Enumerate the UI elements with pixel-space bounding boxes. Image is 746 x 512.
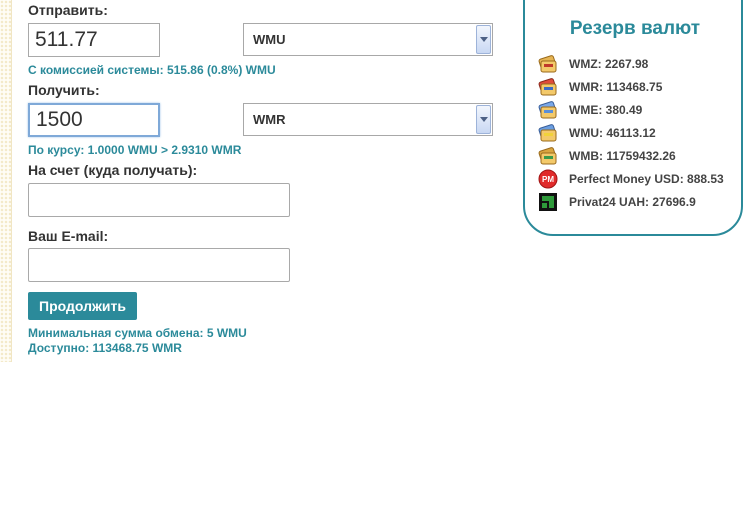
receive-currency-value: WMR (253, 112, 286, 127)
svg-text:PM: PM (542, 175, 554, 184)
wallet-wme-icon (538, 101, 557, 119)
receive-currency-select[interactable]: WMR (243, 103, 493, 136)
chevron-down-icon[interactable] (476, 25, 491, 54)
account-label: На счет (куда получать): (28, 162, 198, 178)
receive-amount-input[interactable] (28, 103, 160, 137)
reserve-item-privat24: Privat24 UAH: 27696.9 (538, 191, 738, 214)
reserve-item-wmb: WMB: 11759432.26 (538, 145, 738, 168)
reserve-label: Privat24 UAH: 27696.9 (569, 195, 696, 209)
commission-note: С комиссией системы: 515.86 (0.8%) WMU (28, 63, 276, 77)
receive-label: Получить: (28, 82, 100, 98)
wallet-wmz-icon (538, 55, 557, 73)
reserve-item-perfect-money: PM Perfect Money USD: 888.53 (538, 168, 738, 191)
reserve-label: WMB: 11759432.26 (569, 149, 676, 163)
decorative-strip (0, 0, 12, 362)
email-input[interactable] (28, 248, 290, 282)
wallet-wmr-icon (538, 78, 557, 96)
continue-button[interactable]: Продолжить (28, 292, 137, 320)
chevron-down-icon[interactable] (476, 105, 491, 134)
send-currency-value: WMU (253, 32, 286, 47)
send-amount-input[interactable] (28, 23, 160, 57)
reserve-panel: Резерв валют WMZ: 2267.98 WMR: 113468.75 (523, 0, 743, 236)
exchange-page: Отправить: WMU С комиссией системы: 515.… (0, 0, 746, 512)
reserve-label: WMZ: 2267.98 (569, 57, 649, 71)
reserve-item-wmz: WMZ: 2267.98 (538, 53, 738, 76)
reserve-label: WMU: 46113.12 (569, 126, 656, 140)
perfect-money-icon: PM (538, 169, 558, 189)
reserve-list: WMZ: 2267.98 WMR: 113468.75 WME: 380.49 (538, 53, 738, 214)
rate-note: По курсу: 1.0000 WMU > 2.9310 WMR (28, 143, 242, 157)
reserve-item-wmr: WMR: 113468.75 (538, 76, 738, 99)
reserve-item-wmu: WMU: 46113.12 (538, 122, 738, 145)
privat24-icon (539, 193, 557, 211)
reserve-label: WME: 380.49 (569, 103, 643, 117)
email-label: Ваш E-mail: (28, 228, 109, 244)
min-amount-note: Минимальная сумма обмена: 5 WMU (28, 326, 247, 340)
send-currency-select[interactable]: WMU (243, 23, 493, 56)
wallet-wmu-icon (538, 124, 557, 142)
send-label: Отправить: (28, 2, 108, 18)
reserve-label: Perfect Money USD: 888.53 (569, 172, 724, 186)
reserve-title: Резерв валют (569, 18, 701, 39)
reserve-item-wme: WME: 380.49 (538, 99, 738, 122)
reserve-label: WMR: 113468.75 (569, 80, 663, 94)
account-input[interactable] (28, 183, 290, 217)
wallet-wmb-icon (538, 147, 557, 165)
available-note: Доступно: 113468.75 WMR (28, 341, 182, 355)
